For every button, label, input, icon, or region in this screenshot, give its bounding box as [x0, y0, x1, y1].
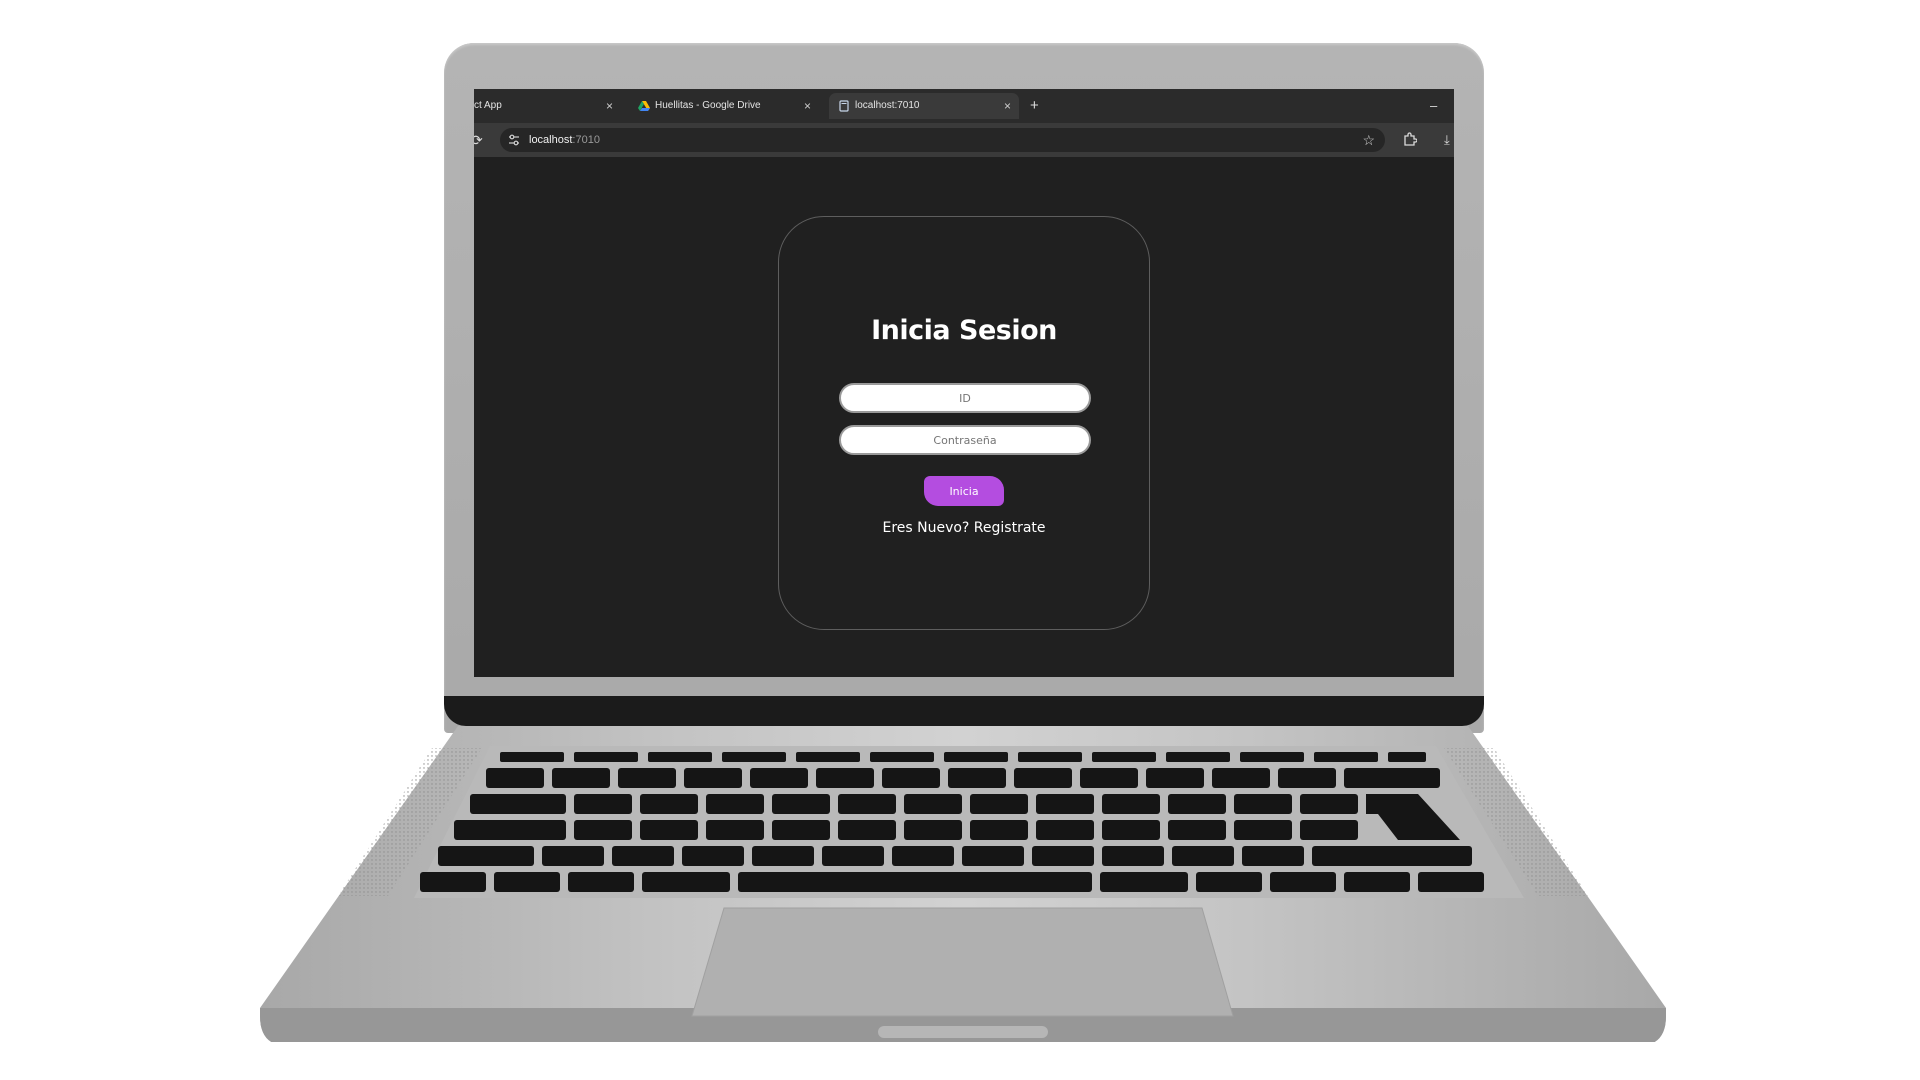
download-icon[interactable]: ⤓ [1444, 128, 1450, 152]
laptop-keyboard-deck [260, 726, 1666, 1042]
tab-title: localhost:7010 [855, 100, 920, 111]
close-icon[interactable]: × [1004, 93, 1011, 119]
tab-title: Huellitas - Google Drive [655, 100, 761, 111]
register-link[interactable]: Eres Nuevo? Registrate [779, 520, 1149, 536]
tune-icon[interactable] [508, 128, 520, 152]
login-title: Inicia Sesion [871, 315, 1057, 346]
login-button[interactable]: Inicia [924, 476, 1004, 506]
page-icon [839, 100, 849, 112]
tab-localhost[interactable]: localhost:7010 × [829, 93, 1019, 119]
browser-toolbar: ⟳ localhost:7010 ☆ ⤓ [474, 123, 1454, 157]
id-input[interactable] [839, 383, 1091, 413]
laptop-hinge [444, 696, 1484, 726]
close-icon[interactable]: × [606, 93, 613, 119]
password-input[interactable] [839, 425, 1091, 455]
address-bar[interactable]: localhost:7010 ☆ [500, 128, 1385, 152]
tab-google-drive[interactable]: Huellitas - Google Drive × [629, 93, 819, 119]
url-host: localhost [529, 134, 573, 146]
minimize-button[interactable]: – [1430, 93, 1437, 119]
reload-icon[interactable]: ⟳ [474, 128, 483, 152]
new-tab-button[interactable]: + [1030, 93, 1039, 119]
laptop-screen: ct App × Huellitas - Google Drive × loca… [474, 89, 1454, 677]
login-card: Inicia Sesion Inicia Eres Nuevo? Registr… [778, 216, 1150, 630]
tab-react-app[interactable]: ct App × [474, 93, 619, 119]
browser-tab-strip: ct App × Huellitas - Google Drive × loca… [474, 89, 1454, 123]
star-icon[interactable]: ☆ [1362, 128, 1375, 152]
tab-title: ct App [474, 100, 502, 111]
extensions-icon[interactable] [1403, 128, 1417, 152]
url-port: :7010 [572, 134, 600, 146]
close-icon[interactable]: × [804, 93, 811, 119]
url-text: localhost:7010 [529, 128, 600, 152]
google-drive-icon [638, 101, 650, 111]
